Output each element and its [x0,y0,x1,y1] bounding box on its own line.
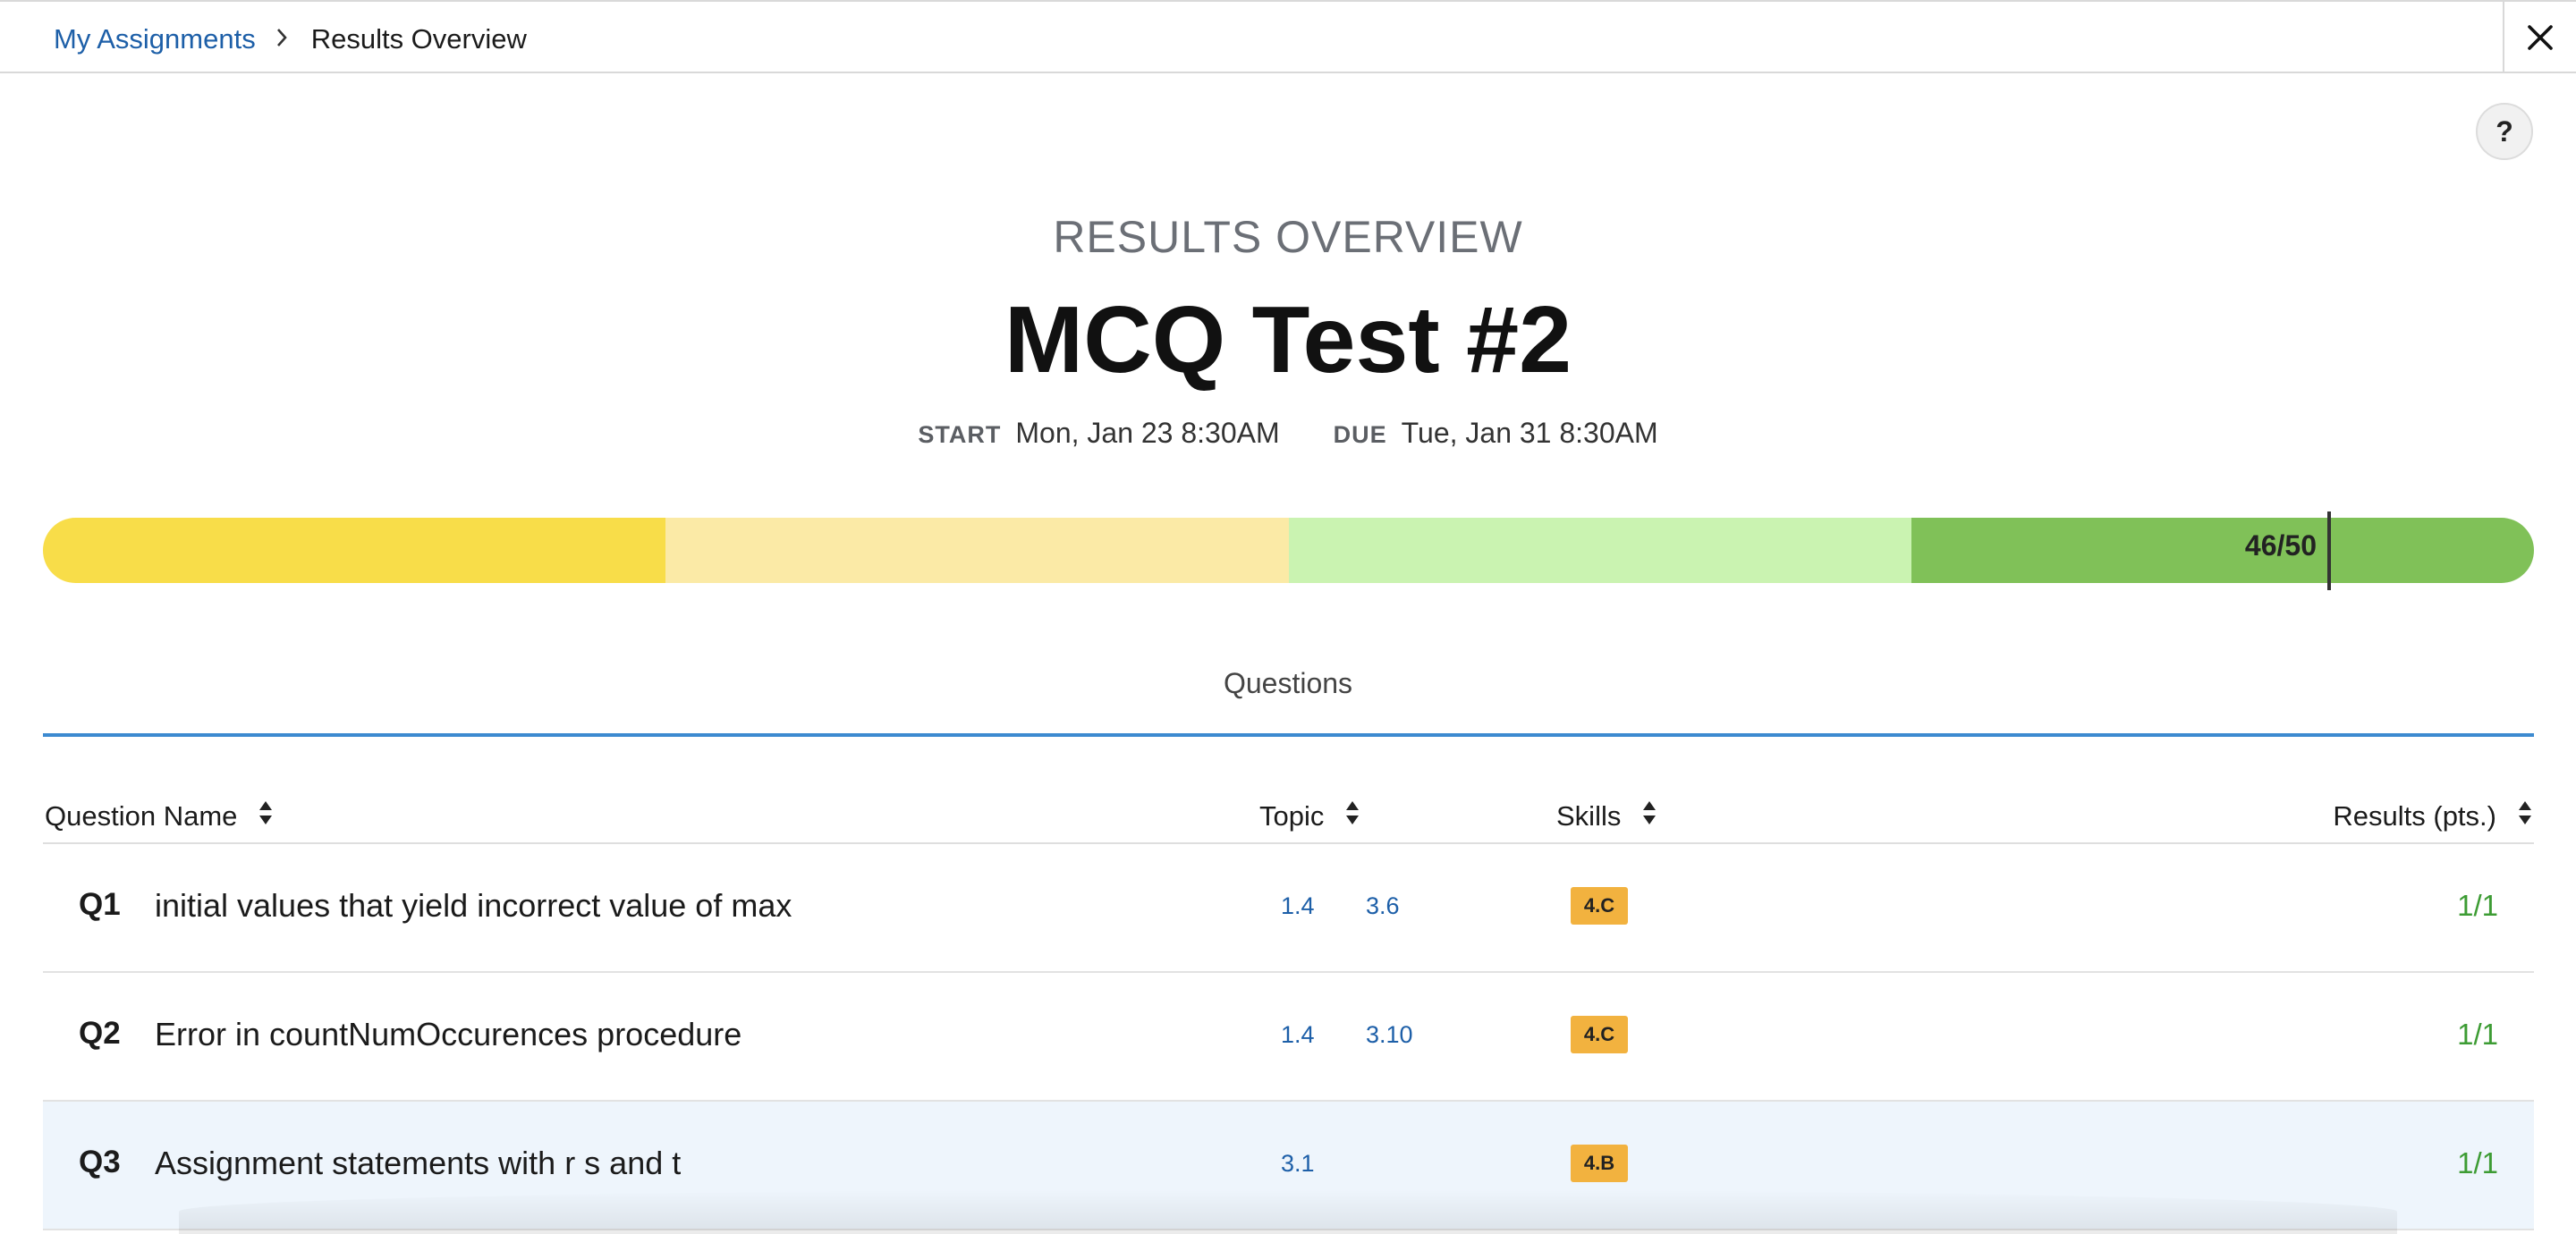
score-marker [2327,511,2331,590]
sort-icon [1345,799,1360,833]
question-name-link[interactable]: initial values that yield incorrect valu… [155,887,792,925]
page-eyebrow: RESULTS OVERVIEW [1053,212,1523,262]
question-result: 1/1 [2457,889,2498,922]
breadcrumb: My Assignments Results Overview [54,20,527,59]
start-date: START Mon, Jan 23 8:30AM [918,417,1279,450]
topic-link[interactable]: 3.10 [1366,1021,1413,1049]
question-name-link[interactable]: Error in countNumOccurences procedure [155,1016,741,1053]
table-row[interactable]: Q2 Error in countNumOccurences procedure… [43,973,2534,1102]
question-number: Q1 [79,887,121,922]
top-bar: My Assignments Results Overview [0,0,2576,73]
topic-link[interactable]: 3.6 [1366,892,1400,920]
skill-badge: 4.C [1571,887,1628,925]
score-band-4 [1911,518,2534,583]
score-band-3 [1288,518,1911,583]
column-label-results: Results (pts.) [2333,800,2496,832]
tab-questions[interactable]: Questions [0,667,2576,700]
sort-icon [2518,799,2532,833]
score-bar [43,518,2534,583]
sort-icon [1642,799,1657,833]
chevron-right-icon [275,25,288,54]
column-label-question-name: Question Name [45,800,238,832]
column-header-question-name[interactable]: Question Name [45,799,273,833]
question-name-link[interactable]: Assignment statements with r s and t [155,1145,681,1182]
start-label: START [918,421,1002,448]
due-label: DUE [1333,421,1387,448]
column-header-skills[interactable]: Skills [1556,799,1657,833]
tab-underline [43,733,2534,737]
table-row[interactable]: Q1 initial values that yield incorrect v… [43,844,2534,973]
assignment-dates: START Mon, Jan 23 8:30AM DUE Tue, Jan 31… [0,417,2576,450]
column-header-results[interactable]: Results (pts.) [2333,799,2532,833]
skill-badge: 4.B [1571,1145,1628,1182]
column-header-topic[interactable]: Topic [1259,799,1360,833]
close-icon [2528,25,2553,50]
score-band-2 [665,518,1289,583]
table-header: Question Name Topic Skills Results (pts.… [43,787,2534,844]
topic-link[interactable]: 1.4 [1281,892,1315,920]
breadcrumb-my-assignments-link[interactable]: My Assignments [54,23,256,55]
skill-badge: 4.C [1571,1016,1628,1053]
due-value: Tue, Jan 31 8:30AM [1401,417,1658,449]
column-label-topic: Topic [1259,800,1325,832]
question-number: Q3 [79,1145,121,1179]
close-button[interactable] [2503,2,2576,73]
scroll-shadow [179,1189,2397,1234]
start-value: Mon, Jan 23 8:30AM [1015,417,1280,449]
results-overview-page: My Assignments Results Overview ? RESULT… [0,0,2576,1234]
question-result: 1/1 [2457,1146,2498,1179]
breadcrumb-current: Results Overview [310,23,527,55]
question-number: Q2 [79,1016,121,1051]
score-label: 46/50 [2244,529,2317,562]
topic-link[interactable]: 3.1 [1281,1150,1315,1178]
column-label-skills: Skills [1556,800,1622,832]
due-date: DUE Tue, Jan 31 8:30AM [1334,417,1658,450]
question-result: 1/1 [2457,1018,2498,1051]
topic-link[interactable]: 1.4 [1281,1021,1315,1049]
score-band-1 [43,518,666,583]
assignment-title: MCQ Test #2 [1004,287,1572,393]
sort-icon [258,799,273,833]
help-button[interactable]: ? [2476,103,2533,160]
